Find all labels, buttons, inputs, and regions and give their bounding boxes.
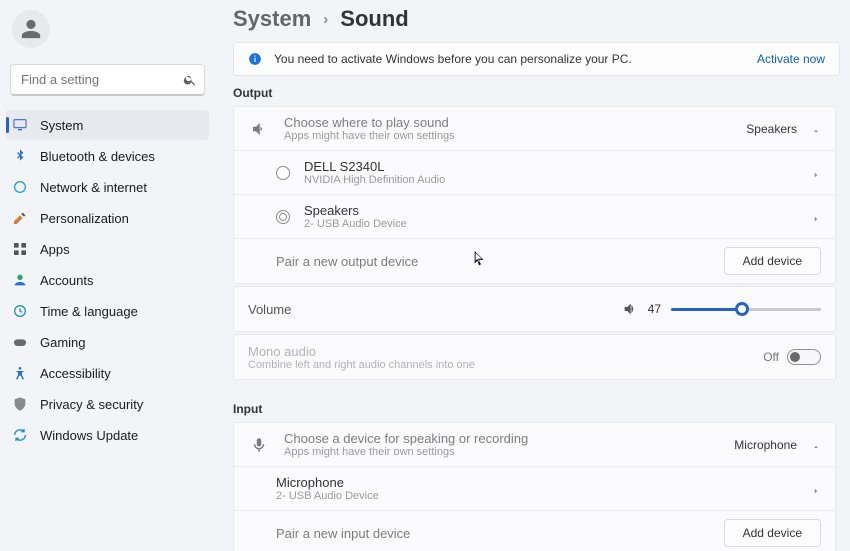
sidebar-item-label: Bluetooth & devices (40, 149, 155, 164)
volume-icon[interactable] (622, 301, 638, 317)
output-section-title: Output (233, 82, 836, 106)
input-device-microphone[interactable]: Microphone 2- USB Audio Device (234, 467, 835, 511)
network-icon (12, 179, 28, 195)
output-header-sub: Apps might have their own settings (284, 130, 732, 142)
pair-output-label: Pair a new output device (276, 254, 710, 269)
sidebar-item-label: Gaming (40, 335, 86, 350)
nav: System Bluetooth & devices Network & int… (6, 110, 209, 450)
main-content: System › Sound You need to activate Wind… (215, 0, 850, 551)
mono-panel: Mono audio Combine left and right audio … (233, 334, 836, 380)
input-section-title: Input (233, 398, 836, 422)
device-name: DELL S2340L (304, 159, 797, 174)
system-icon (12, 117, 28, 133)
mono-state: Off (763, 350, 779, 364)
sidebar-item-personalization[interactable]: Personalization (6, 203, 209, 233)
volume-slider[interactable] (671, 308, 821, 311)
add-output-device-button[interactable]: Add device (724, 247, 821, 275)
speaker-icon (248, 120, 270, 138)
output-current: Speakers (746, 122, 797, 136)
device-name: Microphone (276, 475, 797, 490)
output-device-dell[interactable]: DELL S2340L NVIDIA High Definition Audio (234, 151, 835, 195)
breadcrumb: System › Sound (233, 4, 840, 42)
output-panel: Choose where to play sound Apps might ha… (233, 106, 836, 284)
sidebar-item-bluetooth[interactable]: Bluetooth & devices (6, 141, 209, 171)
activation-banner: You need to activate Windows before you … (233, 42, 840, 76)
chevron-up-icon (811, 440, 821, 450)
search-input[interactable] (10, 64, 205, 96)
sidebar-item-label: Network & internet (40, 180, 147, 195)
accounts-icon (12, 272, 28, 288)
account-header[interactable] (6, 6, 209, 58)
radio-selected[interactable] (276, 210, 290, 224)
volume-row: Volume 47 (234, 287, 835, 331)
shield-icon (12, 396, 28, 412)
chevron-right-icon (811, 484, 821, 494)
activate-now-link[interactable]: Activate now (757, 52, 825, 66)
mic-icon (248, 436, 270, 454)
search-icon (183, 73, 197, 87)
mono-row: Mono audio Combine left and right audio … (234, 335, 835, 379)
device-name: Speakers (304, 203, 797, 218)
sidebar-item-update[interactable]: Windows Update (6, 420, 209, 450)
volume-value: 47 (648, 302, 661, 316)
gaming-icon (12, 334, 28, 350)
chevron-right-icon: › (323, 11, 328, 28)
accessibility-icon (12, 365, 28, 381)
radio-unselected[interactable] (276, 166, 290, 180)
paint-icon (12, 210, 28, 226)
apps-icon (12, 241, 28, 257)
page-title: Sound (340, 6, 408, 32)
avatar (12, 10, 50, 48)
input-panel: Choose a device for speaking or recordin… (233, 422, 836, 551)
info-icon (248, 52, 262, 66)
sidebar-item-apps[interactable]: Apps (6, 234, 209, 264)
pair-input-label: Pair a new input device (276, 526, 710, 541)
sidebar: System Bluetooth & devices Network & int… (0, 0, 215, 551)
person-icon (20, 18, 42, 40)
sidebar-item-privacy[interactable]: Privacy & security (6, 389, 209, 419)
sidebar-item-accessibility[interactable]: Accessibility (6, 358, 209, 388)
chevron-right-icon (811, 212, 821, 222)
sidebar-item-label: Accounts (40, 273, 93, 288)
output-header-row[interactable]: Choose where to play sound Apps might ha… (234, 107, 835, 151)
breadcrumb-parent[interactable]: System (233, 6, 311, 32)
pair-input-row: Pair a new input device Add device (234, 511, 835, 551)
sidebar-item-label: Apps (40, 242, 70, 257)
sidebar-item-network[interactable]: Network & internet (6, 172, 209, 202)
chevron-up-icon (811, 124, 821, 134)
sidebar-item-system[interactable]: System (6, 110, 209, 140)
sidebar-item-label: Accessibility (40, 366, 111, 381)
mono-sub: Combine left and right audio channels in… (248, 359, 749, 371)
chevron-right-icon (811, 168, 821, 178)
add-input-device-button[interactable]: Add device (724, 519, 821, 547)
input-header-title: Choose a device for speaking or recordin… (284, 431, 720, 446)
device-sub: 2- USB Audio Device (276, 490, 797, 502)
volume-panel: Volume 47 (233, 286, 836, 332)
sidebar-item-label: Personalization (40, 211, 129, 226)
input-header-sub: Apps might have their own settings (284, 446, 720, 458)
sidebar-item-label: Windows Update (40, 428, 138, 443)
sidebar-item-accounts[interactable]: Accounts (6, 265, 209, 295)
mono-toggle[interactable] (787, 349, 821, 365)
bluetooth-icon (12, 148, 28, 164)
mono-title: Mono audio (248, 344, 749, 359)
device-sub: 2- USB Audio Device (304, 218, 797, 230)
clock-icon (12, 303, 28, 319)
sidebar-item-label: System (40, 118, 83, 133)
pair-output-row: Pair a new output device Add device (234, 239, 835, 283)
output-header-title: Choose where to play sound (284, 115, 732, 130)
sidebar-item-label: Privacy & security (40, 397, 143, 412)
input-header-row[interactable]: Choose a device for speaking or recordin… (234, 423, 835, 467)
output-device-speakers[interactable]: Speakers 2- USB Audio Device (234, 195, 835, 239)
sidebar-item-label: Time & language (40, 304, 138, 319)
banner-text: You need to activate Windows before you … (274, 52, 745, 66)
input-current: Microphone (734, 438, 797, 452)
sidebar-item-gaming[interactable]: Gaming (6, 327, 209, 357)
search-field (10, 64, 205, 96)
volume-label: Volume (248, 302, 608, 317)
device-sub: NVIDIA High Definition Audio (304, 174, 797, 186)
update-icon (12, 427, 28, 443)
sidebar-item-time[interactable]: Time & language (6, 296, 209, 326)
